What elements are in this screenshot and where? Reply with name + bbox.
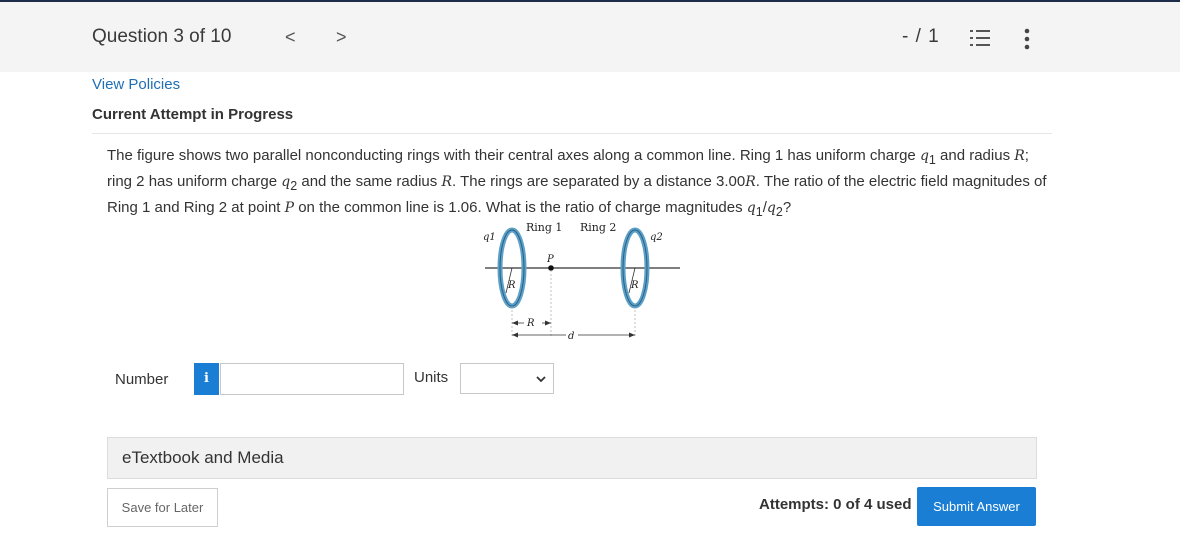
ring-1-radius-label: R (507, 280, 516, 291)
units-select[interactable] (460, 363, 554, 394)
point-p-marker (548, 265, 554, 271)
number-input[interactable] (220, 363, 404, 395)
number-label: Number (115, 371, 169, 388)
etextbook-media-label: eTextbook and Media (122, 448, 284, 467)
q1-label: q1 (483, 232, 496, 243)
more-vertical-icon[interactable] (1024, 28, 1030, 50)
etextbook-media-panel[interactable]: eTextbook and Media (107, 437, 1037, 479)
rings-figure: Ring 1 Ring 2 q1 q2 P R R R d (483, 221, 680, 342)
chevron-right-icon[interactable]: > (336, 27, 347, 48)
ring-2-radius-label: R (630, 280, 639, 291)
submit-answer-button[interactable]: Submit Answer (917, 487, 1036, 526)
chevron-left-icon[interactable]: < (285, 27, 296, 48)
attempts-counter: Attempts: 0 of 4 used (759, 496, 912, 513)
units-label: Units (414, 369, 449, 386)
ring-2-label: Ring 2 (580, 221, 616, 234)
d-dimension-label: d (568, 331, 574, 342)
ring-1-label: Ring 1 (526, 221, 562, 234)
chevron-down-icon (536, 376, 546, 383)
question-counter: Question 3 of 10 (92, 26, 232, 47)
score-display: - / 1 (902, 26, 940, 47)
view-policies-link[interactable]: View Policies (92, 76, 180, 93)
info-icon[interactable]: i (194, 363, 219, 395)
q2-label: q2 (650, 232, 663, 243)
save-for-later-button[interactable]: Save for Later (107, 488, 218, 527)
numbered-list-icon[interactable] (970, 29, 990, 47)
r-dimension-label: R (526, 318, 535, 329)
attempt-status-heading: Current Attempt in Progress (92, 106, 294, 123)
question-text: The figure shows two parallel nonconduct… (107, 147, 1047, 219)
point-p-label: P (546, 254, 554, 265)
divider (92, 133, 1052, 134)
